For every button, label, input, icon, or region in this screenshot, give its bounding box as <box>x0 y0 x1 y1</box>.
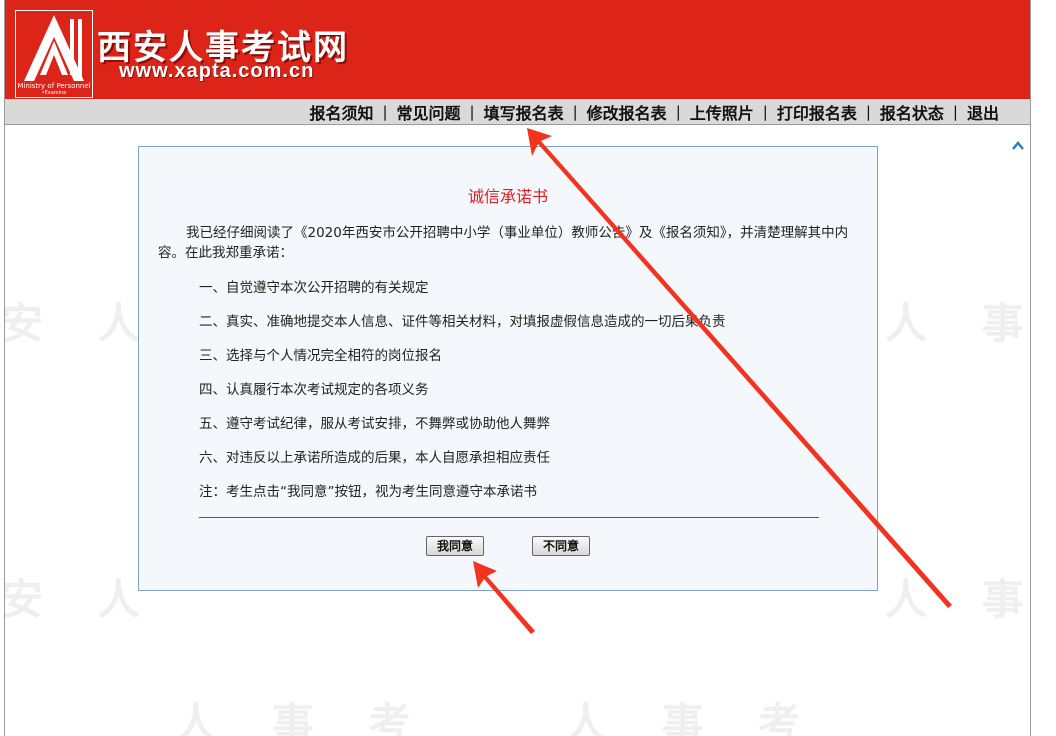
pledge-title: 诚信承诺书 <box>467 187 548 206</box>
pledge-item: 二、真实、准确地提交本人信息、证件等相关材料，对填报虚假信息造成的一切后果负责 <box>199 314 726 330</box>
pledge-item: 四、认真履行本次考试规定的各项义务 <box>199 382 429 398</box>
logo-caption-text: Ministry of Personnel <box>17 82 91 90</box>
nav-item-registration-notice[interactable]: 报名须知 <box>300 100 382 124</box>
nav-item-status[interactable]: 报名状态 <box>871 100 953 124</box>
nav-item-upload-photo[interactable]: 上传照片 <box>681 100 763 124</box>
watermark-row: 人 事 考 <box>175 699 431 736</box>
pledge-item: 三、选择与个人情况完全相符的岗位报名 <box>199 348 442 364</box>
pledge-intro: 我已经仔细阅读了《2020年西安市公开招聘中小学（事业单位）教师公告》及《报名须… <box>158 225 849 261</box>
pledge-divider <box>199 517 819 518</box>
pledge-item: 一、自觉遵守本次公开招聘的有关规定 <box>199 280 429 296</box>
pledge-item: 六、对违反以上承诺所造成的后果，本人自愿承担相应责任 <box>199 450 550 466</box>
page-frame: 安 人 安 人 人 事 人 事 人 事 考 人 事 考 Ministry of … <box>4 0 1031 736</box>
site-logo[interactable]: Ministry of Personnel •Examine <box>15 10 93 98</box>
integrity-pledge-panel: 诚信承诺书 我已经仔细阅读了《2020年西安市公开招聘中小学（事业单位）教师公告… <box>138 146 878 591</box>
watermark-row: 安 人 <box>4 575 160 624</box>
disagree-button[interactable]: 不同意 <box>532 536 590 556</box>
nav-item-fill-form[interactable]: 填写报名表 <box>475 100 573 124</box>
pledge-item: 五、遵守考试纪律，服从考试安排，不舞弊或协助他人舞弊 <box>199 416 550 432</box>
chevron-up-icon-glyph <box>1012 141 1024 150</box>
logo-caption: Ministry of Personnel •Examine <box>17 82 91 96</box>
watermark-row: 人 事 <box>885 299 1031 348</box>
logo-sub-text: •Examine <box>41 90 67 96</box>
nav-item-edit-form[interactable]: 修改报名表 <box>578 100 676 124</box>
nav-item-logout[interactable]: 退出 <box>958 100 1008 124</box>
main-nav: 报名须知 | 常见问题 | 填写报名表 | 修改报名表 | 上传照片 | 打印报… <box>5 99 1030 125</box>
site-header: Ministry of Personnel •Examine 西安人事考试网 w… <box>5 0 1030 99</box>
pledge-note: 注：考生点击“我同意”按钮，视为考生同意遵守本承诺书 <box>199 484 537 500</box>
watermark-row: 人 事 考 <box>565 699 821 736</box>
site-url: www.xapta.com.cn <box>119 60 315 82</box>
watermark-row: 安 人 <box>4 299 160 348</box>
agree-button[interactable]: 我同意 <box>426 536 484 556</box>
nav-item-print-form[interactable]: 打印报名表 <box>768 100 866 124</box>
chevron-up-icon[interactable] <box>1008 138 1028 158</box>
nav-item-faq[interactable]: 常见问题 <box>388 100 470 124</box>
watermark-row: 人 事 <box>885 575 1031 624</box>
pledge-list: 一、自觉遵守本次公开招聘的有关规定 二、真实、准确地提交本人信息、证件等相关材料… <box>199 279 839 517</box>
